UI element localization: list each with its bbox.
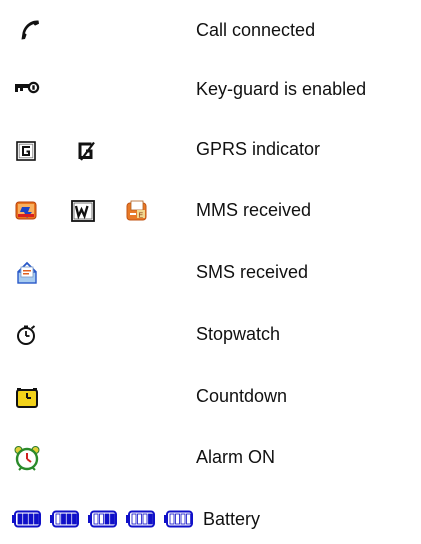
legend-row-icons	[0, 376, 190, 416]
legend-row-icons	[0, 10, 190, 50]
gprs-suspended-icon	[78, 141, 95, 161]
battery-level-icon	[12, 510, 41, 528]
legend-row-call-connected: Call connected	[0, 10, 421, 50]
battery-level-icon	[50, 510, 79, 528]
battery-level-icon	[164, 510, 193, 528]
legend-label: SMS received	[196, 262, 309, 282]
legend-label: GPRS indicator	[196, 139, 321, 159]
legend-row-gprs: GPRS indicator	[0, 129, 421, 169]
legend-row-mms-received: E MMS received	[0, 190, 421, 230]
svg-text:E: E	[139, 213, 144, 220]
gprs-g-icon	[16, 141, 36, 161]
battery-level-icon	[88, 510, 117, 528]
battery-icons	[0, 504, 193, 544]
alarm-clock-icon	[14, 446, 40, 471]
legend-row-stopwatch: Stopwatch	[0, 314, 421, 354]
stopwatch-icon	[17, 325, 36, 345]
phone-handset-icon	[21, 20, 39, 40]
wap-w-icon	[71, 200, 95, 222]
legend-label: Call connected	[196, 20, 316, 40]
legend-row-alarm-on: Alarm ON	[0, 437, 421, 477]
legend-label: Stopwatch	[196, 324, 281, 344]
legend-row-icons	[0, 252, 190, 292]
sms-envelope-icon	[17, 261, 37, 284]
legend-label: Alarm ON	[196, 447, 276, 467]
key-icon	[15, 81, 40, 94]
legend-row-countdown: Countdown	[0, 376, 421, 416]
legend-row-icons: E	[0, 190, 190, 230]
mms-message-icon: E	[126, 200, 147, 221]
legend-row-icons	[0, 314, 190, 354]
mms-envelope-icon	[15, 201, 37, 220]
battery-level-icon	[126, 510, 155, 528]
legend-label: MMS received	[196, 200, 312, 220]
legend-row-icons	[0, 69, 190, 109]
legend-row-icons	[0, 129, 190, 169]
legend-row-battery: Battery	[0, 504, 421, 534]
legend-row-sms-received: SMS received	[0, 252, 421, 292]
legend-label: Countdown	[196, 386, 288, 406]
legend-label: Battery	[203, 509, 261, 529]
legend-row-icons	[0, 437, 190, 477]
countdown-timer-icon	[16, 388, 38, 408]
legend-row-key-guard: Key-guard is enabled	[0, 69, 421, 109]
legend-label: Key-guard is enabled	[196, 79, 367, 99]
